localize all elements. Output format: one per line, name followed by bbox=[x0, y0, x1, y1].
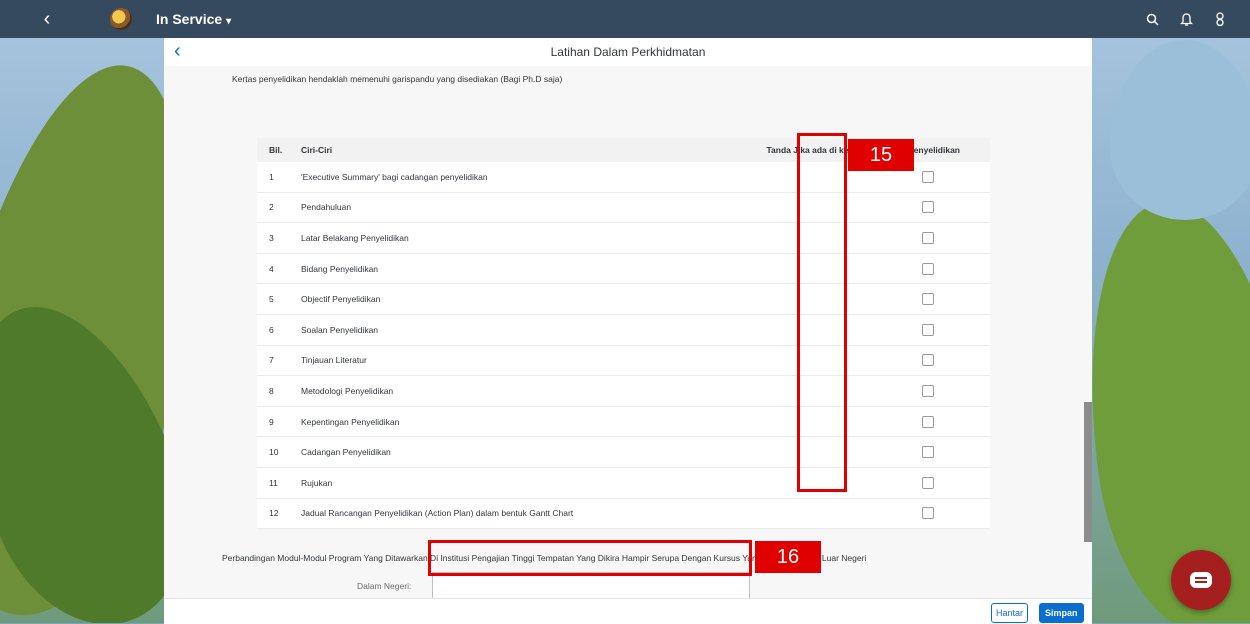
row-checkbox[interactable] bbox=[922, 201, 934, 214]
row-number: 4 bbox=[269, 263, 274, 274]
shell-actions bbox=[1144, 11, 1228, 27]
row-checkbox[interactable] bbox=[922, 476, 934, 489]
row-checkbox[interactable] bbox=[922, 293, 934, 306]
column-header-bil: Bil. bbox=[269, 145, 283, 155]
chat-icon bbox=[1190, 572, 1212, 588]
row-criteria: Cadangan Penyelidikan bbox=[301, 447, 391, 458]
row-checkbox[interactable] bbox=[922, 384, 934, 397]
row-number: 9 bbox=[269, 416, 274, 427]
row-criteria: Rujukan bbox=[301, 477, 333, 488]
row-checkbox[interactable] bbox=[922, 262, 934, 275]
criteria-table: Bil. Ciri-Ciri Tanda Jika ada di kertas … bbox=[257, 138, 990, 530]
row-number: 3 bbox=[269, 232, 274, 243]
table-row: 12 Jadual Rancangan Penyelidikan (Action … bbox=[257, 498, 990, 530]
table-row: 4 Bidang Penyelidikan bbox=[257, 253, 990, 285]
row-criteria: Jadual Rancangan Penyelidikan (Action Pl… bbox=[301, 508, 574, 519]
row-criteria: Soalan Penyelidikan bbox=[301, 324, 379, 335]
row-criteria: Pendahuluan bbox=[301, 202, 352, 213]
dalam-negeri-input[interactable] bbox=[432, 572, 750, 600]
page-header: ‹ Latihan Dalam Perkhidmatan bbox=[164, 38, 1092, 67]
annotation-label-15: 15 bbox=[848, 139, 914, 171]
column-header-ciri: Ciri-Ciri bbox=[301, 145, 333, 155]
intro-text: Kertas penyelidikan hendaklah memenuhi g… bbox=[232, 74, 563, 84]
row-number: 5 bbox=[269, 294, 274, 305]
row-checkbox[interactable] bbox=[922, 446, 934, 459]
row-number: 12 bbox=[269, 508, 279, 519]
row-number: 1 bbox=[269, 171, 274, 182]
row-checkbox[interactable] bbox=[922, 354, 934, 367]
search-icon[interactable] bbox=[1144, 11, 1160, 27]
bell-icon[interactable] bbox=[1178, 11, 1194, 27]
footer-bar bbox=[164, 598, 1092, 624]
table-row: 11 Rujukan bbox=[257, 467, 990, 499]
row-criteria: Kepentingan Penyelidikan bbox=[301, 416, 400, 427]
chevron-down-icon: ▾ bbox=[226, 16, 232, 27]
row-criteria: Latar Belakang Penyelidikan bbox=[301, 232, 409, 243]
row-criteria: Metodologi Penyelidikan bbox=[301, 385, 394, 396]
page-body: Kertas penyelidikan hendaklah memenuhi g… bbox=[164, 66, 1092, 600]
row-checkbox[interactable] bbox=[922, 231, 934, 244]
table-row: 9 Kepentingan Penyelidikan bbox=[257, 406, 990, 438]
row-criteria: 'Executive Summary' bagi cadangan penyel… bbox=[301, 171, 488, 182]
hantar-button[interactable]: Hantar bbox=[991, 603, 1029, 623]
annotation-box-15 bbox=[797, 133, 847, 492]
chat-button[interactable] bbox=[1171, 550, 1231, 610]
row-checkbox[interactable] bbox=[922, 323, 934, 336]
row-number: 7 bbox=[269, 355, 274, 366]
table-row: 2 Pendahuluan bbox=[257, 192, 990, 224]
content-panel: ‹ Latihan Dalam Perkhidmatan Kertas peny… bbox=[164, 38, 1092, 624]
user-icon[interactable] bbox=[1212, 11, 1228, 27]
table-row: 7 Tinjauan Literatur bbox=[257, 345, 990, 377]
scrollbar-thumb[interactable] bbox=[1084, 402, 1092, 542]
row-criteria: Bidang Penyelidikan bbox=[301, 263, 379, 274]
row-checkbox[interactable] bbox=[922, 170, 934, 183]
row-checkbox[interactable] bbox=[922, 415, 934, 428]
row-number: 8 bbox=[269, 385, 274, 396]
app-title[interactable]: In Service ▾ bbox=[156, 11, 231, 27]
shell-bar: ‹ In Service ▾ bbox=[0, 0, 1250, 38]
row-checkbox[interactable] bbox=[922, 507, 934, 520]
annotation-label-16: 16 bbox=[755, 541, 821, 573]
app-title-text: In Service bbox=[156, 11, 223, 27]
row-number: 6 bbox=[269, 324, 274, 335]
shell-back-button[interactable]: ‹ bbox=[36, 8, 58, 31]
app-logo[interactable] bbox=[110, 8, 132, 30]
dalam-negeri-label: Dalam Negeri: bbox=[357, 581, 412, 591]
table-row: 10 Cadangan Penyelidikan bbox=[257, 437, 990, 468]
row-number: 10 bbox=[269, 447, 279, 458]
row-criteria: Objectif Penyelidikan bbox=[301, 294, 381, 305]
row-number: 11 bbox=[269, 477, 278, 488]
simpan-button[interactable]: Simpan bbox=[1039, 603, 1084, 623]
table-row: 8 Metodologi Penyelidikan bbox=[257, 376, 990, 407]
page-title: Latihan Dalam Perkhidmatan bbox=[550, 45, 706, 59]
table-body: 1 'Executive Summary' bagi cadangan penye… bbox=[257, 162, 990, 530]
table-row: 5 Objectif Penyelidikan bbox=[257, 284, 990, 315]
table-row: 6 Soalan Penyelidikan bbox=[257, 314, 990, 346]
row-number: 2 bbox=[269, 202, 274, 213]
page-back-button[interactable]: ‹ bbox=[174, 40, 181, 63]
annotation-box-16 bbox=[428, 540, 752, 576]
table-row: 3 Latar Belakang Penyelidikan bbox=[257, 223, 990, 254]
row-criteria: Tinjauan Literatur bbox=[301, 355, 367, 366]
